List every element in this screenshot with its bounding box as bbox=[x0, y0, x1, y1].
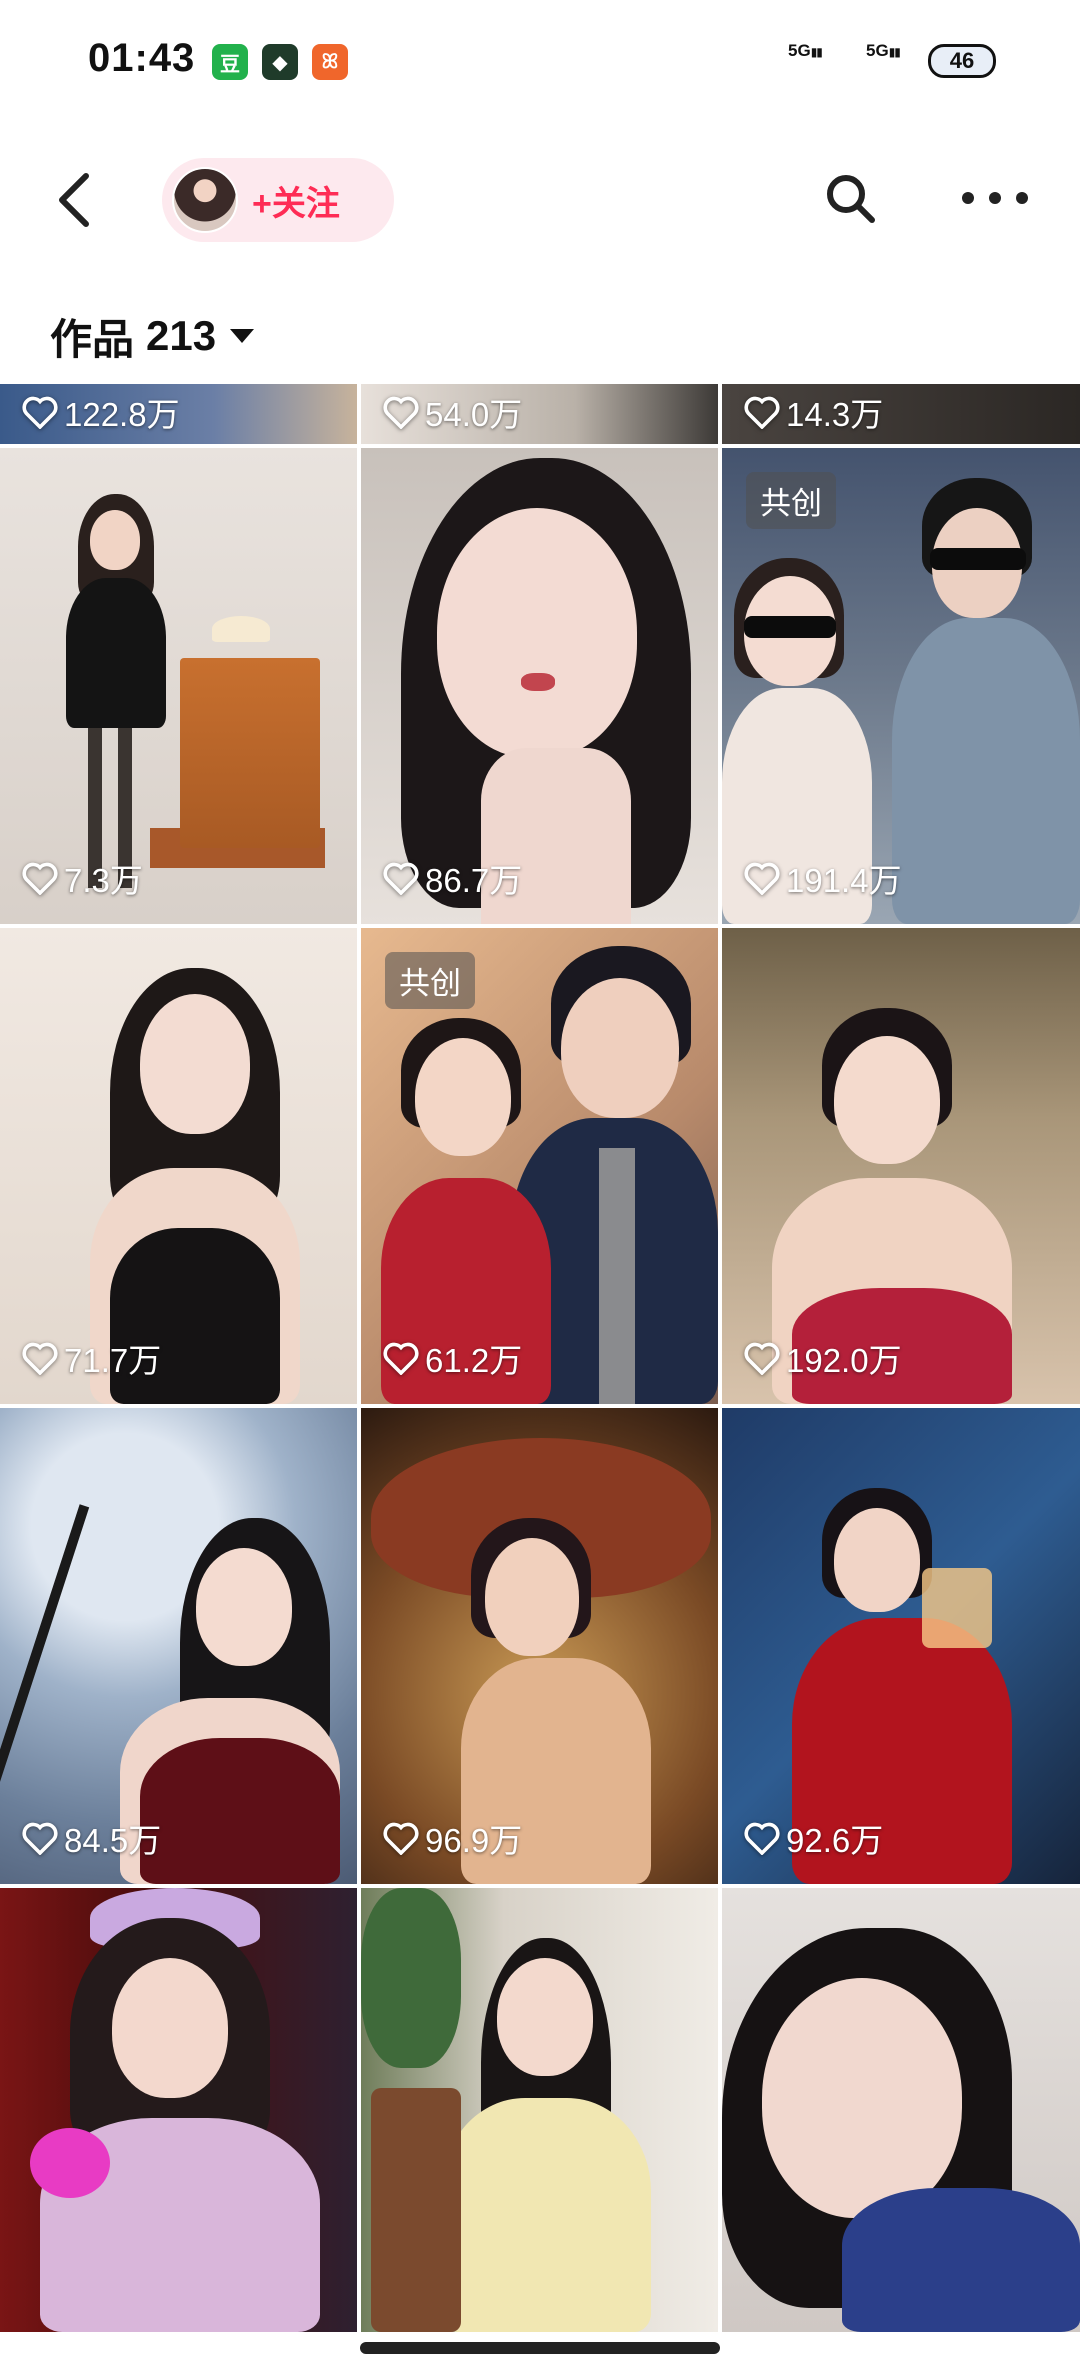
like-count: 61.2万 bbox=[383, 1334, 522, 1382]
video-thumbnail[interactable]: 86.7万 bbox=[361, 448, 718, 924]
search-icon[interactable] bbox=[822, 170, 878, 226]
video-thumbnail[interactable]: 共创 61.2万 bbox=[361, 928, 718, 1404]
video-thumbnail[interactable]: 共创 191.4万 bbox=[722, 448, 1080, 924]
video-thumbnail[interactable]: 92.6万 bbox=[722, 1408, 1080, 1884]
video-thumbnail[interactable]: 84.5万 bbox=[0, 1408, 357, 1884]
works-tab[interactable]: 作品 213 bbox=[50, 308, 255, 364]
like-count: 7.3万 bbox=[22, 854, 143, 902]
video-thumbnail[interactable]: 54.0万 bbox=[361, 384, 718, 444]
video-thumbnail[interactable]: 14.3万 bbox=[722, 384, 1080, 444]
video-thumbnail[interactable]: 122.8万 bbox=[0, 384, 357, 444]
video-thumbnail[interactable]: 192.0万 bbox=[722, 928, 1080, 1404]
like-count: 71.7万 bbox=[22, 1334, 161, 1382]
like-count: 192.0万 bbox=[744, 1334, 902, 1382]
collab-badge: 共创 bbox=[746, 472, 836, 529]
battery-icon: 46 bbox=[928, 44, 996, 78]
more-horizontal-icon[interactable] bbox=[962, 170, 1028, 226]
caret-down-icon[interactable] bbox=[230, 329, 255, 343]
like-count: 86.7万 bbox=[383, 854, 522, 902]
app-notification-icon: ꕤ bbox=[312, 44, 348, 80]
video-thumbnail[interactable] bbox=[361, 1888, 718, 2332]
video-thumbnail[interactable]: 71.7万 bbox=[0, 928, 357, 1404]
like-count: 14.3万 bbox=[744, 388, 883, 436]
collab-badge: 共创 bbox=[385, 952, 475, 1009]
status-time: 01:43 bbox=[88, 36, 196, 80]
follow-button[interactable]: +关注 bbox=[162, 158, 394, 242]
like-count: 122.8万 bbox=[22, 388, 180, 436]
like-count: 191.4万 bbox=[744, 854, 902, 902]
works-count: 213 bbox=[146, 312, 217, 359]
like-count: 96.9万 bbox=[383, 1814, 522, 1862]
like-count: 84.5万 bbox=[22, 1814, 161, 1862]
signal-icon: 5G▮▮ bbox=[866, 41, 901, 60]
follow-label: +关注 bbox=[252, 184, 340, 223]
video-thumbnail[interactable]: 7.3万 bbox=[0, 448, 357, 924]
video-grid: 122.8万 54.0万 14.3万 7.3万 86.7万 共创 191.4万 … bbox=[0, 384, 1080, 2332]
like-count: 92.6万 bbox=[744, 1814, 883, 1862]
avatar[interactable] bbox=[172, 167, 238, 233]
video-thumbnail[interactable]: 96.9万 bbox=[361, 1408, 718, 1884]
works-label: 作品 bbox=[50, 315, 135, 363]
video-thumbnail[interactable] bbox=[0, 1888, 357, 2332]
app-notification-icon: ◆ bbox=[262, 44, 298, 80]
profile-header: +关注 bbox=[0, 140, 1080, 260]
home-indicator[interactable] bbox=[360, 2342, 720, 2354]
like-count: 54.0万 bbox=[383, 388, 522, 436]
status-bar: 01:43 豆 ◆ ꕤ 5G▮▮ 5G▮▮ 46 bbox=[0, 0, 1080, 120]
signal-icon: 5G▮▮ bbox=[788, 41, 823, 60]
video-thumbnail[interactable] bbox=[722, 1888, 1080, 2332]
app-notification-icon: 豆 bbox=[212, 44, 248, 80]
chevron-left-icon[interactable] bbox=[50, 170, 100, 230]
